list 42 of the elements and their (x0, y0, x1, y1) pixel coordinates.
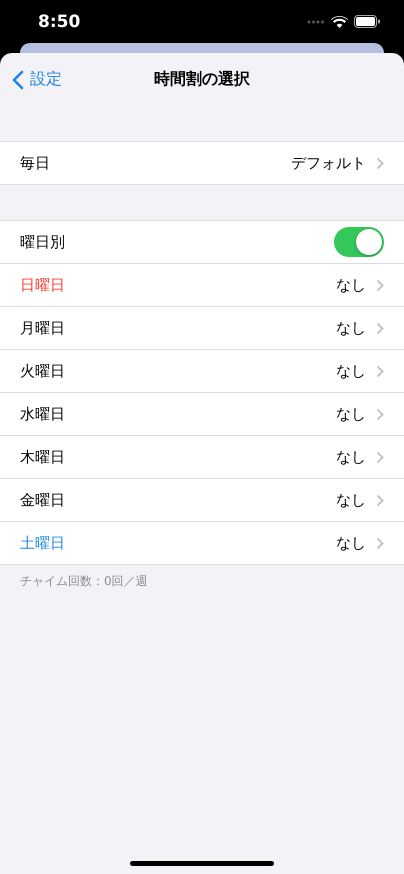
list-row[interactable]: 毎日 デフォルト (0, 142, 404, 184)
wifi-icon (331, 16, 348, 28)
list-row[interactable]: 日曜日 なし (0, 263, 404, 306)
chevron-icon (376, 156, 384, 170)
row-value: なし (336, 448, 366, 466)
row-label: 月曜日 (20, 318, 65, 338)
row-label: 曜日別 (20, 232, 65, 252)
chevron-icon (376, 536, 384, 550)
row-value: なし (336, 362, 366, 380)
list-row[interactable]: 月曜日 なし (0, 306, 404, 349)
chevron-icon (376, 408, 384, 420)
row-label: 毎日 (20, 154, 50, 172)
row-label: 水曜日 (20, 404, 65, 424)
back-button[interactable]: 設定 (0, 69, 62, 90)
back-chevron-icon (12, 70, 24, 90)
row-label: 火曜日 (20, 362, 65, 380)
row-value: なし (336, 404, 366, 424)
list-row[interactable]: 土曜日 なし (0, 521, 404, 564)
list-row[interactable]: 金曜日 なし (0, 478, 404, 521)
list-row[interactable]: 水曜日 なし (0, 392, 404, 435)
chevron-icon (376, 322, 384, 334)
row-value: なし (336, 490, 366, 510)
row-label: 金曜日 (20, 490, 65, 510)
list-row[interactable]: 火曜日 なし (0, 349, 404, 392)
status-time: 8:50 (38, 12, 80, 32)
signal-icon (307, 20, 325, 24)
row-value: デフォルト (291, 154, 366, 172)
chevron-icon (376, 450, 384, 464)
chevron-icon (376, 494, 384, 506)
row-value: なし (336, 534, 366, 552)
row-label: 日曜日 (20, 276, 65, 294)
row-value: なし (336, 276, 366, 294)
battery-icon (354, 15, 380, 28)
footer-note: チャイム回数：0回／週 (19, 573, 149, 590)
toggle-switch[interactable] (334, 227, 384, 257)
row-label: 土曜日 (20, 534, 65, 552)
chevron-icon (376, 278, 384, 292)
row-label: 木曜日 (20, 448, 65, 466)
chevron-icon (376, 364, 384, 378)
list-row[interactable]: 木曜日 なし (0, 435, 404, 478)
nav-title: 時間割の選択 (154, 69, 250, 90)
row-value: なし (336, 318, 366, 338)
